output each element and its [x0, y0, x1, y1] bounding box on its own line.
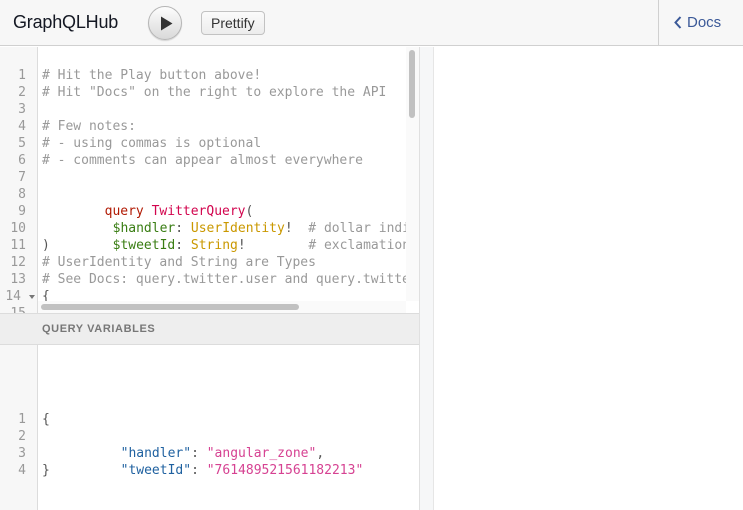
query-code[interactable]: # Hit the Play button above! # Hit "Docs…: [42, 47, 406, 301]
line-number: 2: [18, 429, 26, 444]
prettify-button[interactable]: Prettify: [201, 11, 265, 35]
query-editor[interactable]: 1 2 3 4 5 6 7 8 9 10 11 12 13 14 15 # Hi…: [0, 47, 419, 313]
code-line: query TwitterQuery(: [42, 186, 254, 219]
line-number: 13: [10, 272, 26, 287]
line-number: 3: [18, 102, 26, 117]
execute-query-button[interactable]: [148, 6, 182, 40]
line-number: 2: [18, 85, 26, 100]
line-number: 10: [10, 221, 26, 236]
json-string: "761489521561182213": [206, 463, 364, 478]
variables-gutter: 1 2 3 4: [0, 345, 38, 510]
type-name: String: [190, 238, 238, 253]
code-line: # See Docs: query.twitter.user and query…: [42, 272, 406, 287]
code-line: }: [42, 463, 50, 478]
line-number: 6: [18, 153, 26, 168]
json-key: "tweetId": [120, 463, 192, 478]
punctuation: :: [191, 463, 207, 478]
play-icon: [161, 16, 173, 31]
docs-button[interactable]: Docs: [674, 14, 721, 31]
code-line: "handler": "angular_zone",: [58, 428, 325, 461]
line-number: 7: [18, 170, 26, 185]
punctuation: !: [237, 238, 246, 253]
code-line: # Few notes:: [42, 119, 136, 134]
query-gutter: 1 2 3 4 5 6 7 8 9 10 11 12 13 14 15: [0, 47, 38, 313]
editor-pane: 1 2 3 4 5 6 7 8 9 10 11 12 13 14 15 # Hi…: [0, 47, 419, 510]
code-line: # Hit the Play button above!: [42, 68, 262, 83]
docs-section: Docs: [658, 0, 743, 46]
line-number: 4: [18, 119, 26, 134]
query-variables-header[interactable]: QUERY VARIABLES: [0, 313, 419, 345]
toolbar: GraphQLHub Prettify Docs: [0, 0, 743, 46]
code-line: # - using commas is optional: [42, 136, 262, 151]
punctuation: :: [175, 238, 191, 253]
result-pane: [419, 47, 743, 510]
vertical-scrollbar[interactable]: [406, 47, 419, 301]
scrollbar-thumb[interactable]: [41, 304, 299, 310]
horizontal-scrollbar[interactable]: [38, 301, 406, 313]
app-title: GraphQLHub: [13, 12, 119, 32]
chevron-left-icon: [674, 16, 682, 29]
line-number: 9: [18, 204, 26, 219]
code-line: # - comments can appear almost everywher…: [42, 153, 363, 168]
code-line: # Hit "Docs" on the right to explore the…: [42, 85, 387, 100]
line-number: 3: [18, 446, 26, 461]
line-number: 15: [0, 305, 26, 313]
docs-label: Docs: [687, 14, 722, 31]
result-viewer[interactable]: [433, 47, 743, 510]
code-line: $handler: UserIdentity! # dollar indicat…: [50, 203, 406, 236]
code-line: ): [42, 238, 50, 253]
code-line: {: [42, 289, 50, 301]
comment: # exclamation indicat: [308, 238, 406, 253]
variables-code[interactable]: { "handler": "angular_zone", "tweetId": …: [42, 345, 412, 510]
code-line: {: [42, 412, 50, 427]
code-line: # UserIdentity and String are Types: [42, 255, 316, 270]
line-number: 1: [18, 68, 26, 83]
code-line: "tweetId": "761489521561182213": [58, 445, 364, 478]
line-number: 8: [18, 187, 26, 202]
scrollbar-thumb[interactable]: [409, 50, 415, 118]
line-number: 14: [5, 289, 21, 304]
fold-arrow-icon[interactable]: [29, 295, 35, 299]
line-number: 11: [10, 238, 26, 253]
line-number: 1: [18, 412, 26, 427]
variable: $tweetId: [112, 238, 176, 253]
line-number: 4: [18, 463, 26, 478]
code-line: $tweetId: String! # exclamation indicat: [50, 220, 406, 253]
line-number: 12: [10, 255, 26, 270]
variables-editor[interactable]: 1 2 3 4 { "handler": "angular_zone", "tw…: [0, 345, 419, 510]
line-number: 5: [18, 136, 26, 151]
